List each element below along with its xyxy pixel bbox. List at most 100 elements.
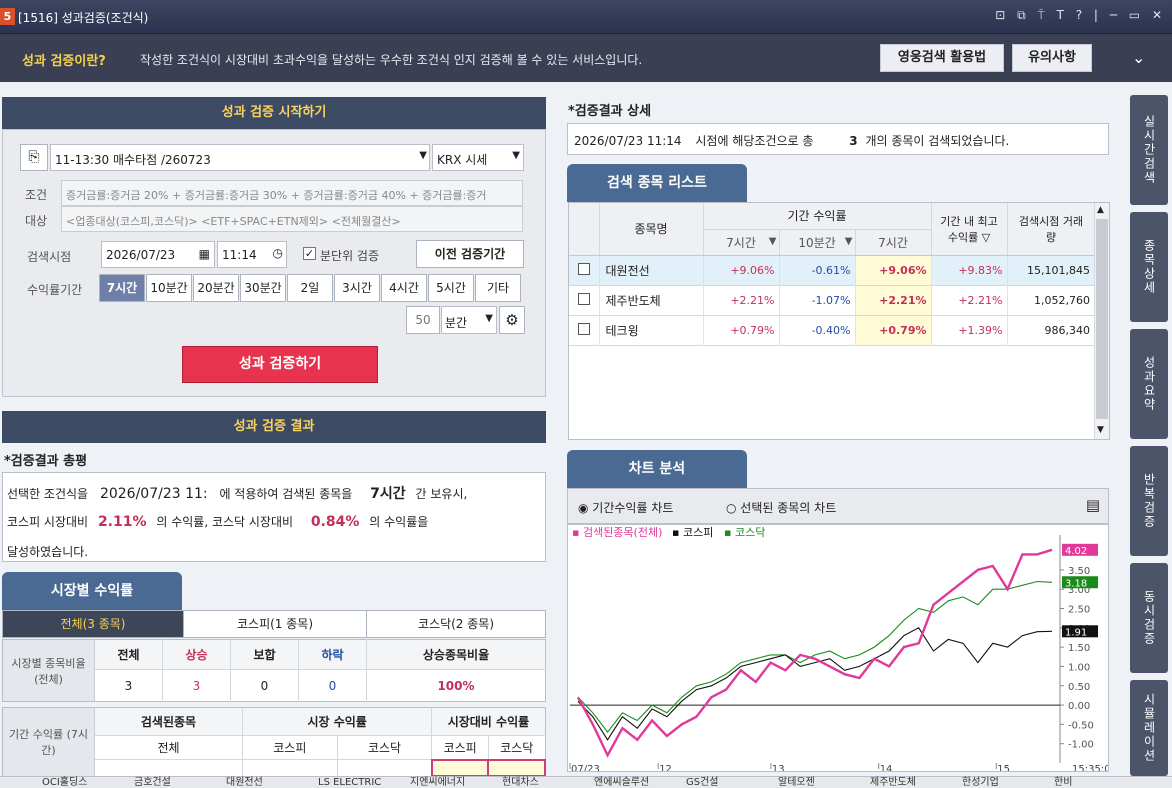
prev-period-button[interactable]: 이전 검증기간	[416, 240, 524, 268]
period-button-1[interactable]: 10분간	[146, 274, 192, 302]
clock-icon[interactable]: ◷	[273, 246, 283, 260]
chart-analysis-tab[interactable]: 차트 분석	[567, 450, 747, 488]
settings-gear-icon[interactable]: ⚙	[499, 306, 525, 334]
start-panel-header: 성과 검증 시작하기	[2, 97, 546, 129]
time-value: 11:14	[222, 248, 257, 262]
side-tab-5[interactable]: 시뮬레이션	[1130, 680, 1168, 776]
header-period-return: 기간 수익률	[703, 203, 932, 230]
ticker-item[interactable]: 한비	[1054, 777, 1072, 788]
minute-checkbox[interactable]: ✓	[303, 247, 316, 260]
summary-line-2: 코스피 시장대비 2.11% 의 수익률, 코스닥 시장대비 0.84% 의 수…	[7, 513, 428, 530]
condition-select[interactable]: 11-13:30 매수타점 /260723 ▼	[50, 144, 430, 171]
stock-row[interactable]: 테크윙 +0.79% -0.40% +0.79% +1.39% 986,340	[569, 315, 1095, 345]
dropdown-arrow-icon[interactable]: ▼	[419, 150, 427, 161]
subtab-kosdaq[interactable]: 코스닥(2 종목)	[366, 611, 545, 637]
stock-list-panel: 종목명 기간 수익률 기간 내 최고수익률 ▽ 검색시점 거래량 7시간 ▼ 10…	[568, 202, 1110, 440]
window-titlebar: 5 [1516] 성과검증(조건식) ⊡ ⧉ ⍑ T ? | ─ ▭ ✕	[0, 0, 1172, 34]
side-tab-0[interactable]: 실시간검색	[1130, 95, 1168, 205]
date-input[interactable]: 2026/07/23 ▦	[101, 241, 215, 268]
ticker-item[interactable]: 현대차스	[502, 777, 539, 788]
interval-value[interactable]: 50	[406, 306, 440, 334]
ticker-item[interactable]: 제주반도체	[870, 777, 916, 788]
period-button-6[interactable]: 4시간	[381, 274, 427, 302]
search-volume: 1,052,760	[1007, 285, 1095, 315]
sub-period-2[interactable]: 10분간 ▼	[779, 229, 856, 256]
interval-unit-select[interactable]: 분간 ▼	[441, 306, 497, 334]
sort-desc-icon[interactable]: ▽	[982, 231, 990, 244]
y-tick-label: -1.00	[1068, 740, 1094, 751]
summary-date: 2026/07/23 11:	[99, 486, 208, 502]
summary-box: 선택한 조건식을 2026/07/23 11: 에 적용하여 검색된 종목을 7…	[2, 472, 546, 562]
ticker-item[interactable]: GS건설	[686, 777, 719, 788]
dropdown-arrow-icon[interactable]: ▼	[769, 236, 777, 247]
ticker-item[interactable]: 지엔씨에너지	[410, 777, 465, 788]
ticker-item[interactable]: OCI홀딩스	[42, 777, 87, 788]
ret-sub-excess-kospi: 코스피	[431, 735, 489, 760]
chart-menu-icon[interactable]: ▤	[1086, 496, 1100, 514]
row-checkbox[interactable]	[577, 292, 590, 305]
target-text: <업종대상(코스피,코스닥)> <ETF+SPAC+ETN제외> <전체월결산>	[61, 206, 523, 232]
row-checkbox[interactable]	[577, 322, 590, 335]
legend-item: ▪ 코스피	[672, 526, 713, 539]
run-verification-button[interactable]: 성과 검증하기	[182, 346, 378, 383]
sub-period-1[interactable]: 7시간 ▼	[703, 229, 780, 256]
dropdown-arrow-icon[interactable]: ▼	[512, 150, 520, 161]
row-checkbox[interactable]	[577, 262, 590, 275]
scroll-up-icon[interactable]: ▲	[1097, 205, 1104, 215]
period-button-8[interactable]: 기타	[475, 274, 521, 302]
period-button-3[interactable]: 30분간	[240, 274, 286, 302]
time-input[interactable]: 11:14 ◷	[217, 241, 287, 268]
stock-row[interactable]: 대원전선 +9.06% -0.61% +9.06% +9.83% 15,101,845	[569, 255, 1095, 285]
chevron-down-icon[interactable]: ⌄	[1132, 48, 1145, 67]
x-tick-label: 12	[659, 764, 672, 772]
check[interactable]	[569, 315, 600, 345]
stock-rows: 대원전선 +9.06% -0.61% +9.06% +9.83% 15,101,845 제주…	[569, 255, 1095, 345]
ticker-item[interactable]: 엔에씨슬루션	[594, 777, 649, 788]
legend-item: ▪ 검색된종목(전체)	[572, 526, 662, 539]
side-tab-4[interactable]: 동시검증	[1130, 563, 1168, 673]
guide-button[interactable]: 영웅검색 활용법	[880, 44, 1004, 72]
return-7h: +0.79%	[703, 315, 780, 345]
period-button-4[interactable]: 2일	[287, 274, 333, 302]
radio-period-chart[interactable]: ◉ 기간수익률 차트	[578, 499, 673, 516]
period-button-5[interactable]: 3시간	[334, 274, 380, 302]
check[interactable]	[569, 255, 600, 285]
col-flat: 보합	[230, 639, 299, 670]
side-tab-2[interactable]: 성과요약	[1130, 329, 1168, 439]
col-total: 전체	[94, 639, 163, 670]
window-controls[interactable]: ⊡ ⧉ ⍑ T ? | ─ ▭ ✕	[995, 8, 1166, 23]
ticker-item[interactable]: 금호건설	[134, 777, 171, 788]
period-button-2[interactable]: 20분간	[193, 274, 239, 302]
ticker-item[interactable]: 대원전선	[226, 777, 263, 788]
summary-text: 의 수익률을	[369, 515, 429, 529]
source-select[interactable]: KRX 시세 ▼	[432, 144, 524, 171]
ticker-item[interactable]: 알테오젠	[778, 777, 815, 788]
dropdown-arrow-icon[interactable]: ▼	[485, 313, 493, 324]
stock-row[interactable]: 제주반도체 +2.21% -1.07% +2.21% +2.21% 1,052,760	[569, 285, 1095, 315]
period-button-7[interactable]: 5시간	[428, 274, 474, 302]
side-tab-3[interactable]: 반복검증	[1130, 446, 1168, 556]
subtab-all[interactable]: 전체(3 종목)	[3, 611, 183, 637]
period-label: 수익률기간	[27, 283, 83, 297]
condition-load-icon[interactable]: ⎘	[20, 144, 48, 171]
detail-box: 2026/07/23 11:14 시점에 해당조건으로 총 3 개의 종목이 검…	[567, 123, 1109, 155]
scroll-down-icon[interactable]: ▼	[1097, 425, 1104, 435]
ret-sub-kospi: 코스피	[242, 735, 338, 760]
calendar-icon[interactable]: ▦	[199, 247, 210, 261]
market-returns-tab[interactable]: 시장별 수익률	[2, 572, 182, 610]
check[interactable]	[569, 285, 600, 315]
ticker-item[interactable]: 한성기업	[962, 777, 999, 788]
stock-list-tab[interactable]: 검색 종목 리스트	[567, 164, 747, 202]
ticker-item[interactable]: LS ELECTRIC	[318, 777, 381, 788]
subtab-kospi[interactable]: 코스피(1 종목)	[183, 611, 366, 637]
source-value: KRX 시세	[437, 153, 488, 167]
side-tab-1[interactable]: 종목상세	[1130, 212, 1168, 322]
col-up-ratio: 상승종목비율	[366, 639, 546, 670]
period-button-0[interactable]: 7시간	[99, 274, 145, 302]
scroll-thumb[interactable]	[1096, 219, 1108, 419]
radio-selected-chart[interactable]: ○ 선택된 종목의 차트	[726, 499, 836, 516]
dropdown-arrow-icon[interactable]: ▼	[845, 236, 853, 247]
notice-button[interactable]: 유의사항	[1012, 44, 1092, 72]
list-scrollbar[interactable]: ▲ ▼	[1094, 203, 1109, 439]
ret-head-excess: 시장대비 수익률	[431, 707, 545, 736]
